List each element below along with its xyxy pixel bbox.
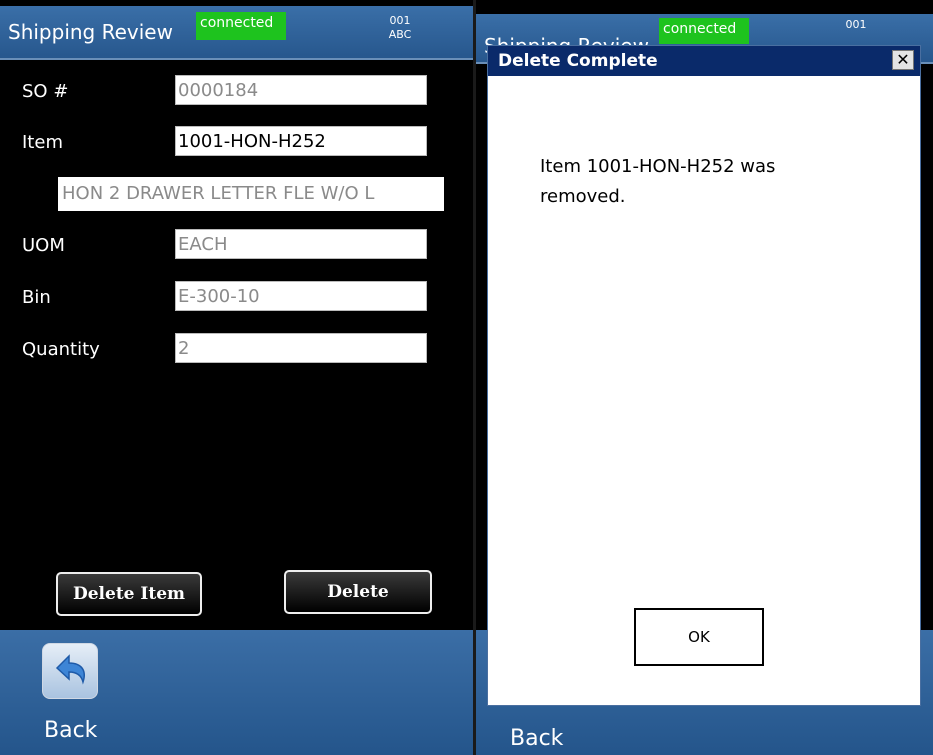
delete-button[interactable]: Delete xyxy=(284,570,432,614)
dialog-title-bar: Delete Complete ✕ xyxy=(488,46,920,76)
window-title: Shipping Review xyxy=(8,20,173,44)
terminal-code-line2: ABC xyxy=(388,28,412,41)
uom-label: UOM xyxy=(22,235,65,256)
item-field[interactable]: 1001-HON-H252 xyxy=(175,126,427,156)
connection-status-badge: connected xyxy=(196,12,286,40)
close-icon[interactable]: ✕ xyxy=(892,50,914,70)
quantity-label: Quantity xyxy=(22,339,100,360)
uom-field[interactable]: EACH xyxy=(175,229,427,259)
description-row: HON 2 DRAWER LETTER FLE W/O L xyxy=(0,177,473,211)
terminal-code: 001 ABC xyxy=(380,14,420,42)
terminal-code-right: 001 xyxy=(836,18,876,32)
item-row: Item 1001-HON-H252 xyxy=(0,126,473,160)
connection-status-badge-right: connected xyxy=(659,18,749,44)
bin-row: Bin E-300-10 xyxy=(0,281,473,315)
back-label-right[interactable]: Back xyxy=(510,726,563,751)
delete-item-button[interactable]: Delete Item xyxy=(56,572,202,616)
ok-button[interactable]: OK xyxy=(634,608,764,666)
delete-complete-dialog: Delete Complete ✕ Item 1001-HON-H252 was… xyxy=(487,45,921,706)
quantity-field[interactable]: 2 xyxy=(175,333,427,363)
so-label: SO # xyxy=(22,81,69,102)
item-label: Item xyxy=(22,132,63,153)
back-label[interactable]: Back xyxy=(44,718,97,743)
item-description-field[interactable]: HON 2 DRAWER LETTER FLE W/O L xyxy=(58,177,444,211)
so-row: SO # 0000184 xyxy=(0,75,473,109)
back-arrow-icon[interactable] xyxy=(42,643,98,699)
bin-field[interactable]: E-300-10 xyxy=(175,281,427,311)
bin-label: Bin xyxy=(22,287,51,308)
terminal-code-line1: 001 xyxy=(389,14,411,27)
quantity-row: Quantity 2 xyxy=(0,333,473,367)
left-window: Shipping Review connected 001 ABC SO # 0… xyxy=(0,0,473,755)
footer-bar: Back xyxy=(0,630,473,755)
dialog-title: Delete Complete xyxy=(498,51,658,71)
uom-row: UOM EACH xyxy=(0,229,473,263)
title-bar: Shipping Review connected 001 ABC xyxy=(0,6,473,60)
terminal-code-right-line1: 001 xyxy=(845,18,867,31)
so-number-field[interactable]: 0000184 xyxy=(175,75,427,105)
dialog-message: Item 1001-HON-H252 was removed. xyxy=(540,156,776,207)
